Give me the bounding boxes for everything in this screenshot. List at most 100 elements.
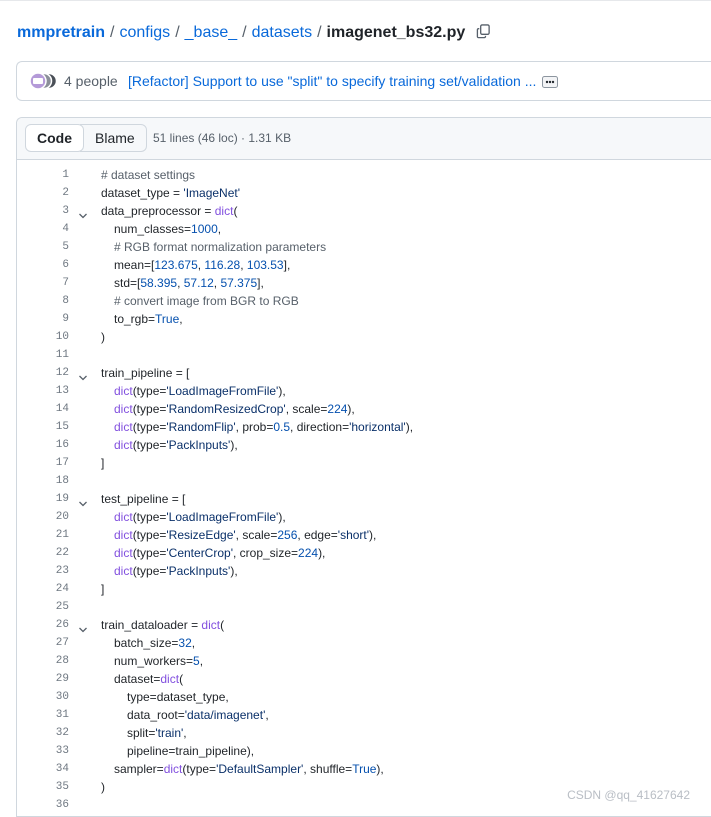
code-token: (type= [132, 510, 167, 524]
expand-commit-icon[interactable] [542, 75, 558, 88]
line-number[interactable]: 31 [17, 706, 69, 724]
line-number[interactable]: 5 [17, 238, 69, 256]
line-number[interactable]: 1 [17, 166, 69, 184]
code-token: 'horizontal' [349, 420, 406, 434]
code-token: data_root= [127, 708, 185, 722]
code-line: 31 data_root='data/imagenet', [17, 706, 711, 724]
line-number[interactable]: 24 [17, 580, 69, 598]
code-token: 'RandomFlip' [166, 420, 236, 434]
commit-message-link[interactable]: [Refactor] Support to use "split" to spe… [128, 73, 536, 89]
line-number[interactable]: 3 [17, 202, 69, 220]
fold-chevron-icon[interactable] [78, 369, 88, 381]
line-number[interactable]: 20 [17, 508, 69, 526]
line-number[interactable]: 26 [17, 616, 69, 634]
code-token: 'PackInputs' [166, 438, 231, 452]
line-number[interactable]: 13 [17, 382, 69, 400]
line-number[interactable]: 22 [17, 544, 69, 562]
breadcrumb-base-link[interactable]: _base_ [185, 24, 238, 41]
code-token: ), [405, 420, 414, 434]
line-number[interactable]: 34 [17, 760, 69, 778]
line-number[interactable]: 10 [17, 328, 69, 346]
code-text: ) [101, 778, 105, 796]
code-token: 224 [298, 546, 319, 560]
code-text: dataset=dict( [114, 670, 183, 688]
breadcrumb-configs-link[interactable]: configs [119, 24, 170, 41]
file-header: Code Blame 51 lines (46 loc) · 1.31 KB [17, 118, 711, 160]
code-line: 8 # convert image from BGR to RGB [17, 292, 711, 310]
code-text: ) [101, 328, 105, 346]
code-tab[interactable]: Code [25, 124, 84, 152]
line-number[interactable]: 16 [17, 436, 69, 454]
code-token: dict [114, 402, 133, 416]
code-token: 'short' [337, 528, 370, 542]
code-text: dict(type='LoadImageFromFile'), [114, 508, 286, 526]
code-text: # dataset settings [101, 166, 195, 184]
line-number[interactable]: 27 [17, 634, 69, 652]
code-token: (type= [132, 384, 167, 398]
code-text: num_workers=5, [114, 652, 203, 670]
line-number[interactable]: 7 [17, 274, 69, 292]
code-token: ), [278, 510, 286, 524]
code-line: 4 num_classes=1000, [17, 220, 711, 238]
line-number[interactable]: 33 [17, 742, 69, 760]
code-token: # dataset settings [101, 168, 196, 182]
line-number[interactable]: 11 [17, 346, 69, 364]
code-line: 26 train_dataloader = dict( [17, 616, 711, 634]
line-number[interactable]: 17 [17, 454, 69, 472]
code-text: train_pipeline = [ [101, 364, 189, 382]
code-token: type=dataset_type, [127, 690, 229, 704]
line-number[interactable]: 9 [17, 310, 69, 328]
fold-chevron-icon[interactable] [78, 495, 88, 507]
code-line: 9 to_rgb=True, [17, 310, 711, 328]
line-number[interactable]: 15 [17, 418, 69, 436]
code-token: 256 [277, 528, 298, 542]
code-token: 'CenterCrop' [166, 546, 233, 560]
code-token: 0.5 [273, 420, 291, 434]
code-token: dict [114, 510, 133, 524]
fold-chevron-icon[interactable] [78, 621, 88, 633]
code-token: , [240, 258, 247, 272]
line-number[interactable]: 23 [17, 562, 69, 580]
line-number[interactable]: 29 [17, 670, 69, 688]
copy-path-icon[interactable] [476, 24, 491, 46]
breadcrumb-repo-link[interactable]: mmpretrain [17, 24, 105, 41]
code-token: , shuffle= [303, 762, 353, 776]
line-number[interactable]: 35 [17, 778, 69, 796]
code-text: std=[58.395, 57.12, 57.375], [114, 274, 264, 292]
line-number[interactable]: 4 [17, 220, 69, 238]
code-token: (type= [132, 546, 167, 560]
line-number[interactable]: 30 [17, 688, 69, 706]
code-token: num_classes= [114, 222, 192, 236]
code-token: dict [114, 420, 133, 434]
contributors-count[interactable]: 4 people [64, 73, 118, 89]
breadcrumb-datasets-link[interactable]: datasets [252, 24, 312, 41]
code-token: dict [214, 204, 234, 218]
line-number[interactable]: 12 [17, 364, 69, 382]
blame-tab[interactable]: Blame [80, 124, 147, 152]
line-number[interactable]: 21 [17, 526, 69, 544]
line-number[interactable]: 28 [17, 652, 69, 670]
line-number[interactable]: 6 [17, 256, 69, 274]
code-token: dict [201, 618, 221, 632]
line-number[interactable]: 2 [17, 184, 69, 202]
code-token: ), [278, 384, 286, 398]
code-token: , [199, 654, 204, 668]
line-number[interactable]: 18 [17, 472, 69, 490]
line-number[interactable]: 25 [17, 598, 69, 616]
code-line: 23 dict(type='PackInputs'), [17, 562, 711, 580]
code-token: (type= [182, 762, 217, 776]
line-number[interactable]: 19 [17, 490, 69, 508]
code-area[interactable]: 1 # dataset settings 2 dataset_type = 'Imag… [17, 166, 711, 814]
line-number[interactable]: 8 [17, 292, 69, 310]
line-number[interactable]: 36 [17, 796, 69, 814]
fold-chevron-icon[interactable] [78, 207, 88, 219]
code-token: (type= [132, 528, 167, 542]
code-token: , [177, 276, 184, 290]
top-divider [0, 0, 711, 5]
line-number[interactable]: 32 [17, 724, 69, 742]
contributors-avatars-icon[interactable] [29, 72, 59, 90]
code-line: 29 dataset=dict( [17, 670, 711, 688]
line-number[interactable]: 14 [17, 400, 69, 418]
code-token: dict [114, 528, 133, 542]
view-toggle: Code Blame [25, 124, 147, 152]
